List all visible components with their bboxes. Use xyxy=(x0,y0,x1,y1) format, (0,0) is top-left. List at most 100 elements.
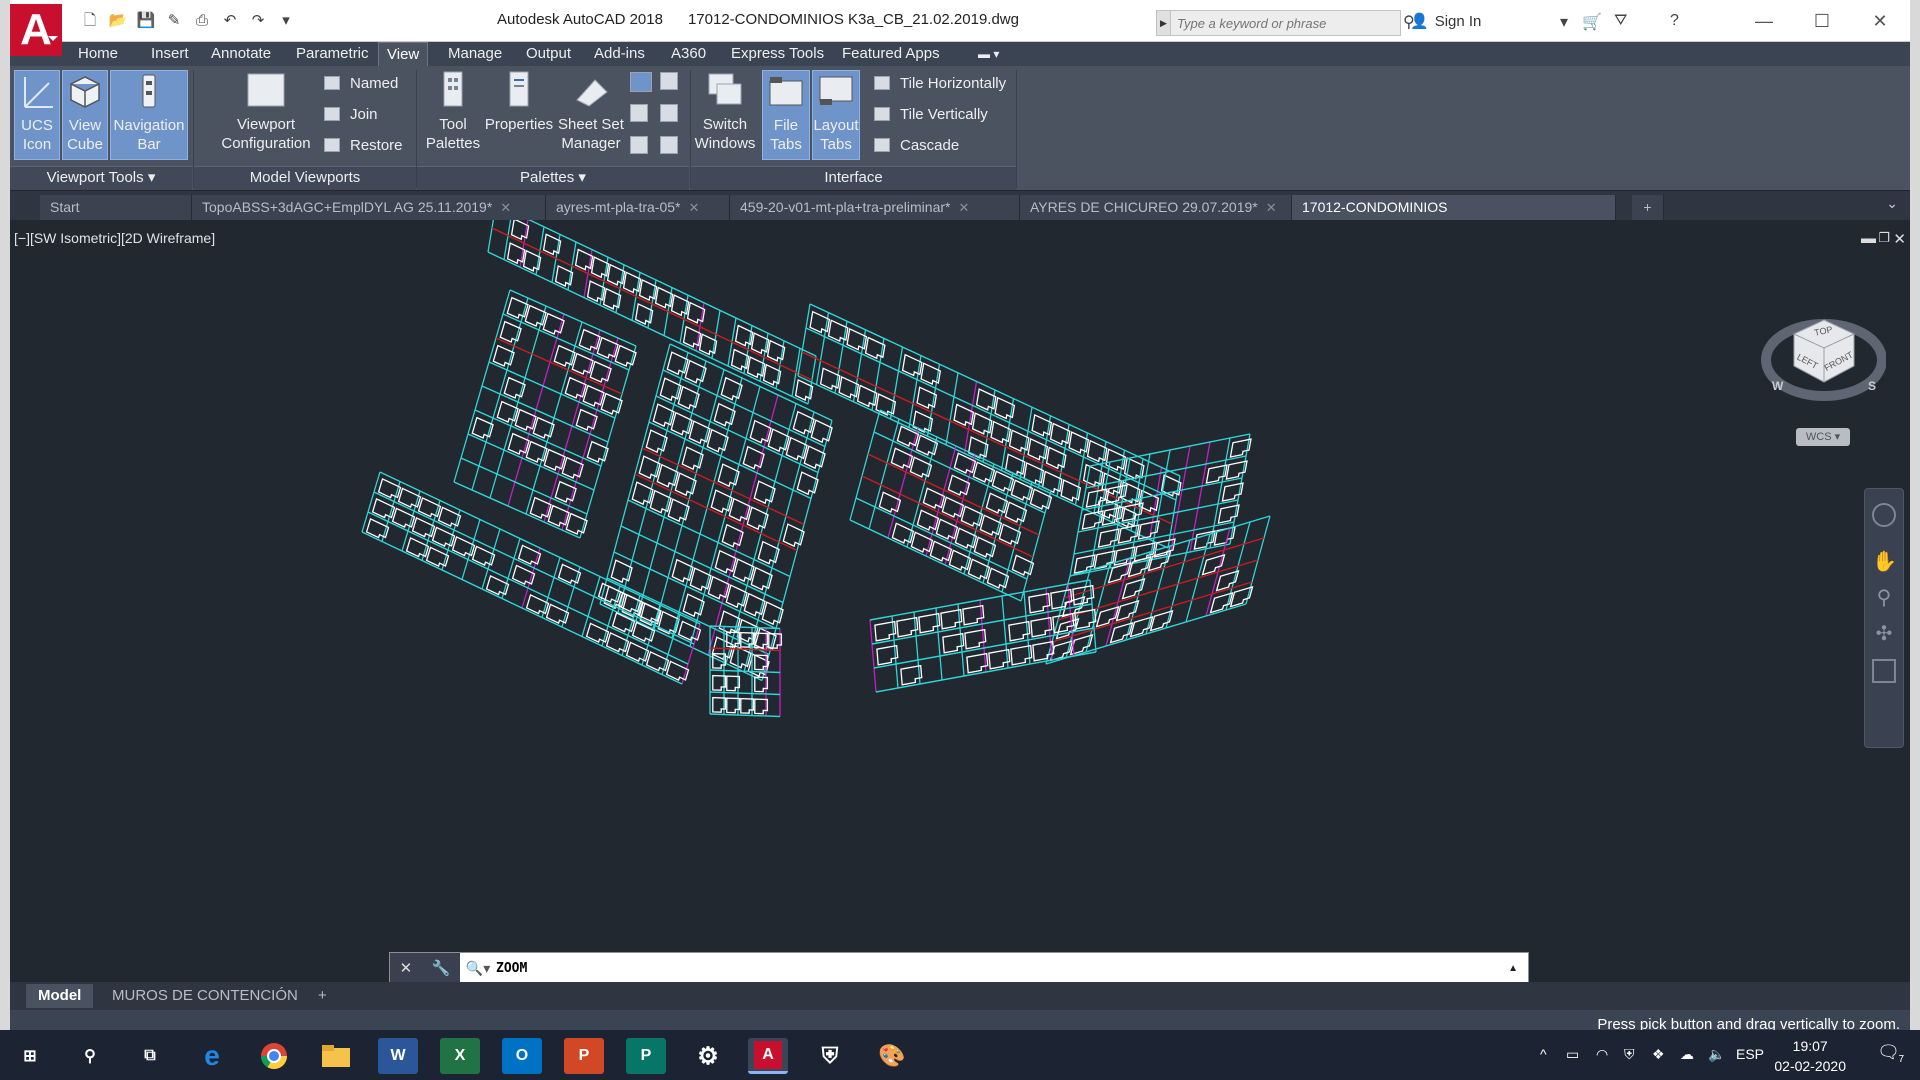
switch-windows-button[interactable]: Switch Windows xyxy=(692,70,758,164)
paint-app-icon[interactable]: 🎨 xyxy=(872,1038,912,1074)
tab-annotate[interactable]: Annotate xyxy=(203,42,279,66)
excel-icon[interactable]: X xyxy=(440,1038,480,1074)
application-menu-button[interactable]: A xyxy=(10,4,62,56)
powerpoint-icon[interactable]: P xyxy=(564,1038,604,1074)
windows-start-icon[interactable]: ⊞ xyxy=(10,1038,50,1074)
project-icon[interactable]: P xyxy=(626,1038,666,1074)
security-tray-icon[interactable]: ⛨ xyxy=(1624,1046,1635,1063)
tab-overflow-icon[interactable]: ⌄ xyxy=(1886,195,1898,212)
word-icon[interactable]: W xyxy=(378,1038,418,1074)
viewport-restore-icon[interactable]: ❐ xyxy=(1878,230,1890,246)
outlook-icon[interactable]: O xyxy=(502,1038,542,1074)
security-shield-icon[interactable]: ⛨ xyxy=(810,1038,850,1074)
minimize-window-button[interactable]: — xyxy=(1750,8,1778,34)
tab-home[interactable]: Home xyxy=(70,42,126,66)
panel-title-palettes[interactable]: Palettes ▾ xyxy=(417,166,689,190)
notifications-icon[interactable]: 🗨 7 xyxy=(1877,1042,1904,1065)
customize-qat-icon[interactable]: ▾ xyxy=(276,12,296,30)
help-icon[interactable]: ? xyxy=(1670,12,1679,30)
file-tab[interactable]: 459-20-v01-mt-pla+tra-preliminar* ✕ xyxy=(730,195,1020,221)
wcs-menu-button[interactable]: WCS ▾ xyxy=(1796,428,1850,446)
tab-featured-apps[interactable]: Featured Apps xyxy=(834,42,948,66)
layout-tab-model[interactable]: Model xyxy=(26,984,94,1008)
ribbon-minimize-icon[interactable]: ▬ ▾ xyxy=(970,42,1007,66)
compass-w-label[interactable]: W xyxy=(1772,379,1784,393)
wifi-icon[interactable]: ◠ xyxy=(1596,1046,1608,1063)
named-viewports-button[interactable]: Named xyxy=(324,72,398,94)
file-tab[interactable]: AYRES DE CHICUREO 29.07.2019* ✕ xyxy=(1020,195,1292,221)
properties-button[interactable]: Properties xyxy=(484,70,554,164)
new-tab-plus-icon[interactable]: + xyxy=(1632,195,1664,221)
tile-vertically-button[interactable]: Tile Vertically xyxy=(874,103,988,125)
search-icon[interactable]: ⚲ xyxy=(70,1038,110,1074)
drawing-area[interactable]: [−][SW Isometric][2D Wireframe] ▬ ❐ ✕ TO… xyxy=(10,203,1910,982)
tab-insert[interactable]: Insert xyxy=(143,42,197,66)
restore-viewports-button[interactable]: Restore xyxy=(324,134,403,156)
dropbox-icon[interactable]: ❖ xyxy=(1652,1046,1665,1063)
xref-palette-icon[interactable] xyxy=(660,136,678,154)
tab-output[interactable]: Output xyxy=(518,42,579,66)
file-tab-active[interactable]: 17012-CONDOMINIOS K3a_CB_21.02.2019*✕ xyxy=(1292,195,1616,240)
undo-icon[interactable]: ↶ xyxy=(220,12,240,30)
quick-calc-icon[interactable] xyxy=(660,104,678,122)
print-icon[interactable]: ⎙ xyxy=(192,12,212,30)
join-viewports-button[interactable]: Join xyxy=(324,103,378,125)
save-icon[interactable]: 💾 xyxy=(136,12,156,30)
close-tab-icon[interactable]: ✕ xyxy=(958,200,969,215)
customize-command-line-icon[interactable]: 🔧 xyxy=(432,959,451,977)
viewcube[interactable]: TOP LEFT FRONT W S WCS ▾ xyxy=(1756,290,1887,450)
markup-set-icon[interactable] xyxy=(630,136,648,154)
viewport-minimize-icon[interactable]: ▬ xyxy=(1861,230,1876,247)
compass-s-label[interactable]: S xyxy=(1868,379,1876,393)
pan-hand-icon[interactable]: ✋ xyxy=(1872,549,1897,573)
add-layout-plus-icon[interactable]: + xyxy=(306,984,339,1008)
redo-icon[interactable]: ↷ xyxy=(248,12,268,30)
site-plan-drawing[interactable] xyxy=(10,203,1910,982)
language-indicator[interactable]: ESP xyxy=(1736,1046,1764,1062)
viewport-controls-label[interactable]: [−][SW Isometric][2D Wireframe] xyxy=(14,230,215,246)
clock[interactable]: 19:07 02-02-2020 xyxy=(1774,1036,1846,1076)
task-view-icon[interactable]: ⧉ xyxy=(130,1038,170,1074)
onedrive-icon[interactable]: ☁ xyxy=(1680,1046,1694,1063)
volume-icon[interactable]: 🔈 xyxy=(1708,1046,1725,1063)
new-file-icon[interactable]: 🗋 xyxy=(80,12,100,30)
close-command-line-icon[interactable]: ✕ xyxy=(400,959,413,977)
settings-gear-icon[interactable]: ⚙ xyxy=(688,1038,728,1074)
chrome-icon[interactable] xyxy=(254,1038,294,1074)
zoom-extents-icon[interactable]: ⚲ xyxy=(1872,585,1896,609)
command-history-icon[interactable]: ▲ xyxy=(1508,963,1518,974)
search-input[interactable] xyxy=(1171,15,1391,31)
close-tab-icon[interactable]: ✕ xyxy=(688,200,699,215)
command-input[interactable]: ZOOM xyxy=(496,961,527,976)
save-as-icon[interactable]: ✎ xyxy=(164,12,184,30)
ucs-icon-button[interactable]: UCS Icon xyxy=(14,70,60,160)
viewport-configuration-button[interactable]: Viewport Configuration xyxy=(206,70,326,164)
command-line[interactable]: ✕ 🔧 🔍▾ ZOOM ▲ xyxy=(389,952,1529,984)
tab-a360[interactable]: A360 xyxy=(663,42,714,66)
autocad-taskbar-icon[interactable]: A xyxy=(748,1038,788,1074)
tab-parametric[interactable]: Parametric xyxy=(288,42,377,66)
steering-wheel-icon[interactable] xyxy=(1872,503,1896,527)
viewport-close-icon[interactable]: ✕ xyxy=(1893,230,1906,248)
panel-title-viewport-tools[interactable]: Viewport Tools ▾ xyxy=(10,166,192,190)
sign-in-dropdown-icon[interactable]: ▾ xyxy=(1560,12,1568,32)
design-center-icon[interactable] xyxy=(660,72,678,90)
file-tabs-button[interactable]: File Tabs xyxy=(762,70,810,160)
tab-view[interactable]: View xyxy=(378,42,429,66)
search-box[interactable]: ▶ xyxy=(1156,10,1401,36)
cascade-button[interactable]: Cascade xyxy=(874,134,959,156)
command-line-palette-icon[interactable] xyxy=(630,72,652,92)
file-tab[interactable]: ayres-mt-pla-tra-05* ✕ xyxy=(546,195,730,221)
navigation-bar-button[interactable]: Navigation Bar xyxy=(110,70,188,160)
maximize-window-button[interactable]: ☐ xyxy=(1808,8,1836,34)
tool-palettes-button[interactable]: Tool Palettes xyxy=(424,70,482,164)
tab-express-tools[interactable]: Express Tools xyxy=(723,42,832,66)
exchange-icon[interactable]: ⛛ xyxy=(1614,12,1627,30)
tab-manage[interactable]: Manage xyxy=(440,42,510,66)
battery-icon[interactable]: ▭ xyxy=(1566,1046,1579,1063)
file-explorer-icon[interactable] xyxy=(316,1038,356,1074)
showmotion-icon[interactable] xyxy=(1872,659,1896,683)
orbit-icon[interactable]: ✣ xyxy=(1872,621,1896,645)
close-window-button[interactable]: ✕ xyxy=(1866,8,1894,34)
layout-tab-muros[interactable]: MUROS DE CONTENCIÓN xyxy=(100,984,310,1008)
